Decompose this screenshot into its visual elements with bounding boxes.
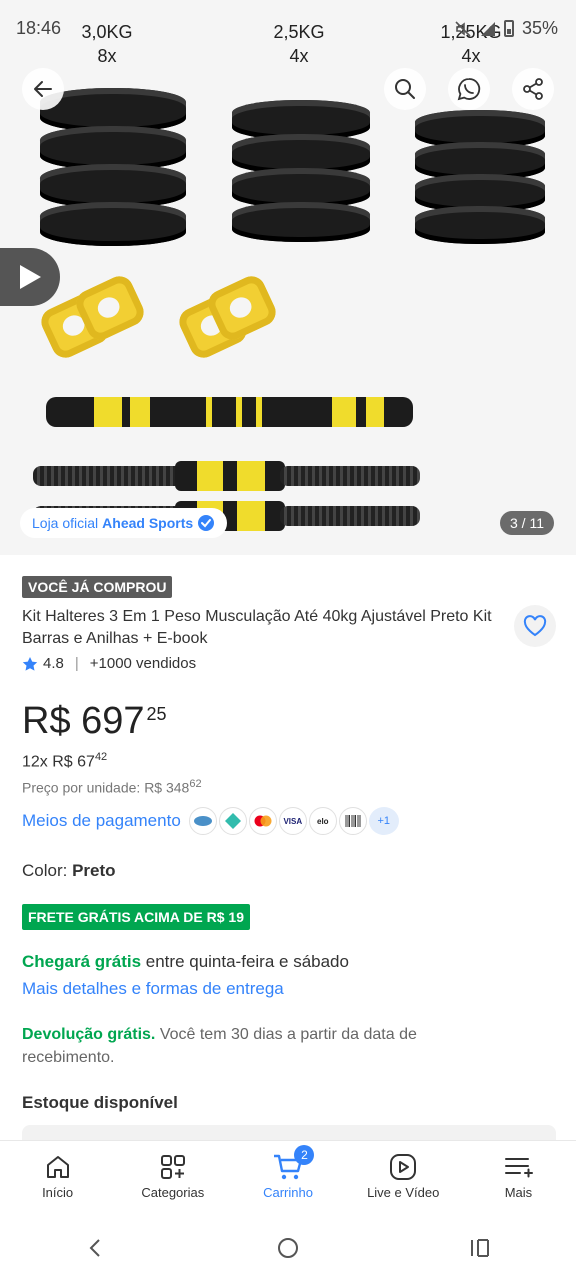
play-video-button[interactable] bbox=[0, 248, 60, 306]
nav-item-live-video[interactable]: Live e Vídeo bbox=[346, 1141, 461, 1216]
handle-image bbox=[175, 461, 285, 491]
handle-thread-image bbox=[280, 466, 420, 486]
already-bought-badge: VOCÊ JÁ COMPROU bbox=[22, 576, 173, 598]
nav-item-inicio[interactable]: Início bbox=[0, 1141, 115, 1216]
payment-methods-row[interactable]: Meios de pagamento VISA elo +1 bbox=[22, 807, 399, 835]
return-info: Devolução grátis. Você tem 30 dias a par… bbox=[22, 1026, 417, 1066]
product-title: Kit Halteres 3 Em 1 Peso Musculação Até … bbox=[22, 608, 492, 647]
system-back-icon[interactable] bbox=[84, 1236, 108, 1260]
home-icon bbox=[46, 1156, 69, 1178]
handle-thread-image bbox=[280, 506, 420, 526]
arrow-left-icon bbox=[34, 81, 52, 97]
system-home-icon[interactable] bbox=[276, 1236, 300, 1260]
official-store-tag[interactable]: Loja oficial Ahead Sports bbox=[20, 508, 228, 538]
plate-stack-3kg bbox=[40, 88, 186, 246]
menu-icon bbox=[505, 1158, 534, 1178]
elo-icon: elo bbox=[308, 807, 337, 835]
cart-badge: 2 bbox=[294, 1145, 315, 1165]
play-icon bbox=[20, 265, 41, 289]
status-icons: 35% bbox=[454, 18, 558, 39]
stock-label: Estoque disponível bbox=[22, 1093, 178, 1112]
share-button[interactable] bbox=[512, 68, 554, 110]
nav-item-categorias[interactable]: Categorias bbox=[115, 1141, 230, 1216]
arrival-info: Chegará grátis entre quinta-feira e sába… bbox=[22, 952, 349, 971]
sold-count: +1000 vendidos bbox=[89, 655, 197, 672]
hipercard-icon bbox=[188, 807, 217, 835]
battery-percent: 35% bbox=[521, 18, 558, 38]
unit-price: Preço por unidade: R$ 34862 bbox=[22, 778, 202, 796]
bottom-navigation: Início Categorias 2 Carrinho Live e Víde… bbox=[0, 1140, 576, 1216]
categories-icon bbox=[160, 1155, 185, 1179]
system-navigation bbox=[0, 1216, 576, 1280]
color-value: Preto bbox=[72, 861, 116, 880]
status-time: 18:46 bbox=[16, 18, 62, 38]
plate-stack-1-25kg bbox=[415, 110, 545, 244]
system-recents-icon[interactable] bbox=[468, 1236, 492, 1260]
payment-icons: VISA elo +1 bbox=[188, 807, 399, 835]
mute-icon bbox=[455, 20, 471, 37]
price-integer: R$ 697 bbox=[22, 700, 145, 742]
store-prefix: Loja oficial bbox=[32, 515, 99, 531]
favorite-button[interactable] bbox=[514, 605, 556, 647]
search-button[interactable] bbox=[384, 68, 426, 110]
nav-item-carrinho[interactable]: 2 Carrinho bbox=[230, 1141, 345, 1216]
pix-icon bbox=[218, 807, 247, 835]
back-button[interactable] bbox=[22, 68, 64, 110]
nav-item-mais[interactable]: Mais bbox=[461, 1141, 576, 1216]
product-gallery[interactable]: 3,0KG 8x 2,5KG 4x 1,25KG 4x Loja oficial… bbox=[0, 0, 576, 555]
color-variant[interactable]: Color: Preto bbox=[22, 861, 116, 881]
plate-stack-2-5kg bbox=[232, 100, 370, 242]
status-bar: 18:46 35% bbox=[0, 0, 576, 56]
store-name: Ahead Sports bbox=[102, 515, 194, 531]
handle-thread-image bbox=[33, 466, 183, 486]
battery-icon bbox=[503, 20, 514, 37]
search-icon bbox=[395, 79, 415, 99]
signal-icon bbox=[480, 21, 495, 36]
verified-icon bbox=[198, 515, 215, 531]
whatsapp-icon bbox=[457, 78, 481, 101]
rating-value: 4.8 bbox=[43, 655, 64, 672]
price: R$ 697 25 bbox=[22, 700, 167, 743]
whatsapp-share-button[interactable] bbox=[448, 68, 490, 110]
price-cents: 25 bbox=[146, 704, 167, 724]
more-payment-methods[interactable]: +1 bbox=[368, 807, 399, 835]
star-icon bbox=[22, 656, 38, 671]
visa-icon: VISA bbox=[278, 807, 307, 835]
shipping-details-link[interactable]: Mais detalhes e formas de entrega bbox=[22, 979, 284, 999]
video-icon bbox=[390, 1154, 417, 1180]
rating-row[interactable]: 4.8 | +1000 vendidos bbox=[22, 655, 196, 672]
share-icon bbox=[523, 78, 543, 100]
rating-separator: | bbox=[74, 655, 79, 672]
boleto-icon bbox=[338, 807, 367, 835]
installments: 12x R$ 6742 bbox=[22, 751, 108, 771]
connector-bar-image bbox=[46, 397, 413, 427]
heart-icon bbox=[523, 615, 547, 637]
mastercard-icon bbox=[248, 807, 277, 835]
free-shipping-badge: FRETE GRÁTIS ACIMA DE R$ 19 bbox=[22, 904, 250, 930]
payment-methods-link[interactable]: Meios de pagamento bbox=[22, 811, 181, 831]
image-counter: 3 / 11 bbox=[500, 511, 554, 535]
